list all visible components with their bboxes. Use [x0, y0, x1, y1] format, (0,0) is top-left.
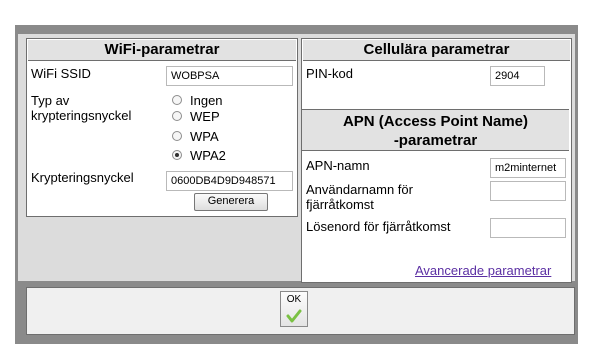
- remote-username-input[interactable]: [490, 181, 566, 201]
- encryption-key-input[interactable]: 0600DB4D9D948571: [166, 171, 293, 191]
- ok-label: OK: [286, 294, 302, 305]
- wifi-panel-title: WiFi-parametrar: [28, 40, 296, 61]
- pin-code-input[interactable]: 2904: [490, 66, 545, 86]
- radio-label: Ingen: [190, 93, 223, 108]
- generate-button[interactable]: Generera: [194, 193, 268, 211]
- remote-username-label-line2: fjärråtkomst: [306, 197, 374, 212]
- radio-label: WEP: [190, 109, 220, 124]
- ok-button[interactable]: OK: [280, 291, 308, 327]
- radio-label: WPA2: [190, 148, 226, 163]
- pin-code-label: PIN-kod: [306, 66, 353, 81]
- encryption-type-label: Typ av krypteringsnyckel: [31, 93, 131, 123]
- apn-section-header: APN (Access Point Name) -parametrar: [302, 109, 569, 151]
- apn-title-line1: APN (Access Point Name): [342, 113, 529, 130]
- wifi-ssid-input[interactable]: WOBPSA: [166, 66, 293, 86]
- cellular-panel-title: Cellulära parametrar: [303, 40, 570, 61]
- apn-title-line2: -parametrar: [393, 132, 478, 149]
- apn-name-label: APN-namn: [306, 158, 370, 173]
- encryption-type-label-line2: krypteringsnyckel: [31, 108, 132, 123]
- encryption-key-label: Krypteringsnyckel: [31, 170, 134, 185]
- radio-label: WPA: [190, 129, 219, 144]
- radio-button[interactable]: [172, 95, 182, 105]
- checkmark-icon: [286, 309, 302, 323]
- advanced-parameters-link[interactable]: Avancerade parametrar: [415, 263, 551, 278]
- wifi-ssid-label: WiFi SSID: [31, 66, 91, 81]
- remote-password-input[interactable]: [490, 218, 566, 238]
- remote-username-label-line1: Användarnamn för: [306, 182, 413, 197]
- remote-password-label: Lösenord för fjärråtkomst: [306, 219, 451, 234]
- radio-button[interactable]: [172, 131, 182, 141]
- apn-name-input[interactable]: m2minternet: [490, 158, 566, 178]
- encryption-type-label-line1: Typ av: [31, 93, 70, 108]
- radio-button[interactable]: [172, 111, 182, 121]
- radio-button-selected[interactable]: [172, 150, 182, 160]
- remote-username-label: Användarnamn för fjärråtkomst: [306, 182, 413, 212]
